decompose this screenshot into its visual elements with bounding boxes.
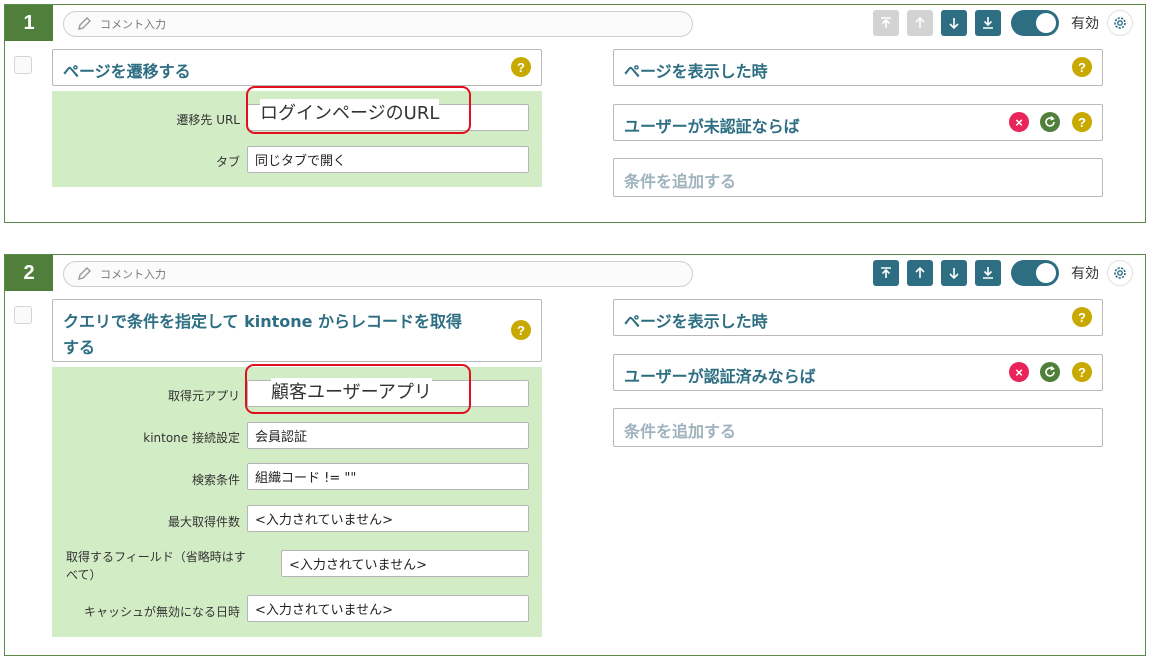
condition-box[interactable]: ユーザーが未認証ならば × ? xyxy=(613,104,1103,141)
help-icon[interactable]: ? xyxy=(1072,307,1092,327)
settings-button[interactable] xyxy=(1107,260,1133,286)
trigger-title: ページを表示した時 xyxy=(624,62,768,81)
block-toolbar: 有効 xyxy=(865,260,1133,286)
move-bottom-button[interactable] xyxy=(975,10,1001,36)
cache-expiry-field[interactable]: <入力されていません> xyxy=(247,595,529,622)
refresh-glyph xyxy=(1045,116,1055,127)
settings-button[interactable] xyxy=(1107,10,1133,36)
block-number: 2 xyxy=(5,255,53,291)
action-box[interactable]: ページを遷移する ? xyxy=(52,49,542,86)
trigger-box[interactable]: ページを表示した時 ? xyxy=(613,49,1103,86)
action-title: ページを遷移する xyxy=(63,62,191,81)
query-field[interactable]: 組織コード != "" xyxy=(247,463,529,490)
comment-placeholder: コメント入力 xyxy=(100,18,166,31)
field-label-kintone-connection: kintone 接続設定 xyxy=(143,431,240,445)
gear-icon xyxy=(1114,17,1126,29)
arrow-up-icon xyxy=(915,16,925,28)
action-settings-panel: 取得元アプリ kintone 接続設定 会員認証 検索条件 組織コード != "… xyxy=(52,367,542,637)
enabled-label: 有効 xyxy=(1071,266,1099,282)
highlight-annotation: ログインページのURL xyxy=(260,99,440,125)
remove-icon[interactable]: × xyxy=(1009,112,1029,132)
block-number: 1 xyxy=(5,5,53,41)
move-up-button[interactable] xyxy=(907,10,933,36)
arrow-up-icon xyxy=(915,266,925,278)
max-records-field[interactable]: <入力されていません> xyxy=(247,505,529,532)
field-label-max-records: 最大取得件数 xyxy=(167,515,240,529)
tab-field[interactable]: 同じタブで開く xyxy=(247,146,529,173)
refresh-glyph xyxy=(1045,366,1055,377)
refresh-icon[interactable] xyxy=(1040,362,1060,382)
field-label-cache-expiry: キャッシュが無効になる日時 xyxy=(83,605,240,619)
arrow-down-icon xyxy=(949,18,959,30)
action-box[interactable]: クエリで条件を指定して kintone からレコードを取得 する ? xyxy=(52,299,542,362)
arrow-top-icon xyxy=(881,267,891,278)
enabled-toggle[interactable] xyxy=(1011,260,1059,286)
fields-field[interactable]: <入力されていません> xyxy=(281,550,529,577)
field-label-fields-line1: 取得するフィールド（省略時はす xyxy=(66,550,246,564)
comment-input[interactable]: コメント入力 xyxy=(63,261,693,287)
toggle-knob xyxy=(1036,263,1056,283)
field-label-tab: タブ xyxy=(215,155,240,169)
move-up-button[interactable] xyxy=(907,260,933,286)
move-down-button[interactable] xyxy=(941,260,967,286)
field-label-fields-line2: べて） xyxy=(66,568,102,582)
help-icon[interactable]: ? xyxy=(1072,112,1092,132)
condition-title: ユーザーが認証済みならば xyxy=(624,367,816,386)
help-icon[interactable]: ? xyxy=(511,57,531,77)
enabled-label: 有効 xyxy=(1071,16,1099,32)
block-1: 1 コメント入力 有効 ページを遷移する ? 遷移先 URL タブ 同じタブで開… xyxy=(4,4,1146,223)
enabled-toggle[interactable] xyxy=(1011,10,1059,36)
add-condition-label: 条件を追加する xyxy=(624,422,737,441)
move-bottom-button[interactable] xyxy=(975,260,1001,286)
block-checkbox[interactable] xyxy=(14,56,32,74)
arrow-top-icon xyxy=(881,17,891,28)
add-condition-button[interactable]: 条件を追加する xyxy=(613,408,1103,447)
trigger-title: ページを表示した時 xyxy=(624,312,768,331)
field-label-query: 検索条件 xyxy=(191,473,240,487)
refresh-icon[interactable] xyxy=(1040,112,1060,132)
block-2: 2 コメント入力 有効 クエリで条件を指定して kintone からレコードを取… xyxy=(4,254,1146,656)
add-condition-button[interactable]: 条件を追加する xyxy=(613,158,1103,197)
condition-title: ユーザーが未認証ならば xyxy=(624,117,800,136)
help-icon[interactable]: ? xyxy=(511,320,531,340)
arrow-bottom-icon xyxy=(983,17,993,29)
move-top-button[interactable] xyxy=(873,260,899,286)
toggle-knob xyxy=(1036,13,1056,33)
block-toolbar: 有効 xyxy=(865,10,1133,36)
help-icon[interactable]: ? xyxy=(1072,362,1092,382)
block-checkbox[interactable] xyxy=(14,306,32,324)
move-top-button[interactable] xyxy=(873,10,899,36)
comment-placeholder: コメント入力 xyxy=(100,268,166,281)
add-condition-label: 条件を追加する xyxy=(624,172,737,191)
field-label-destination-url: 遷移先 URL xyxy=(176,113,240,127)
action-title-line2: する xyxy=(63,338,96,357)
action-title-line1: クエリで条件を指定して kintone からレコードを取得 xyxy=(63,312,463,331)
kintone-connection-field[interactable]: 会員認証 xyxy=(247,422,529,449)
highlight-annotation: 顧客ユーザーアプリ xyxy=(271,378,432,404)
comment-input[interactable]: コメント入力 xyxy=(63,11,693,37)
gear-icon xyxy=(1114,267,1126,279)
help-icon[interactable]: ? xyxy=(1072,57,1092,77)
remove-icon[interactable]: × xyxy=(1009,362,1029,382)
condition-box[interactable]: ユーザーが認証済みならば × ? xyxy=(613,354,1103,391)
move-down-button[interactable] xyxy=(941,10,967,36)
trigger-box[interactable]: ページを表示した時 ? xyxy=(613,299,1103,336)
pencil-icon xyxy=(78,267,91,280)
arrow-bottom-icon xyxy=(983,267,993,279)
arrow-down-icon xyxy=(949,268,959,280)
pencil-icon xyxy=(78,17,91,30)
field-label-source-app: 取得元アプリ xyxy=(167,389,240,403)
